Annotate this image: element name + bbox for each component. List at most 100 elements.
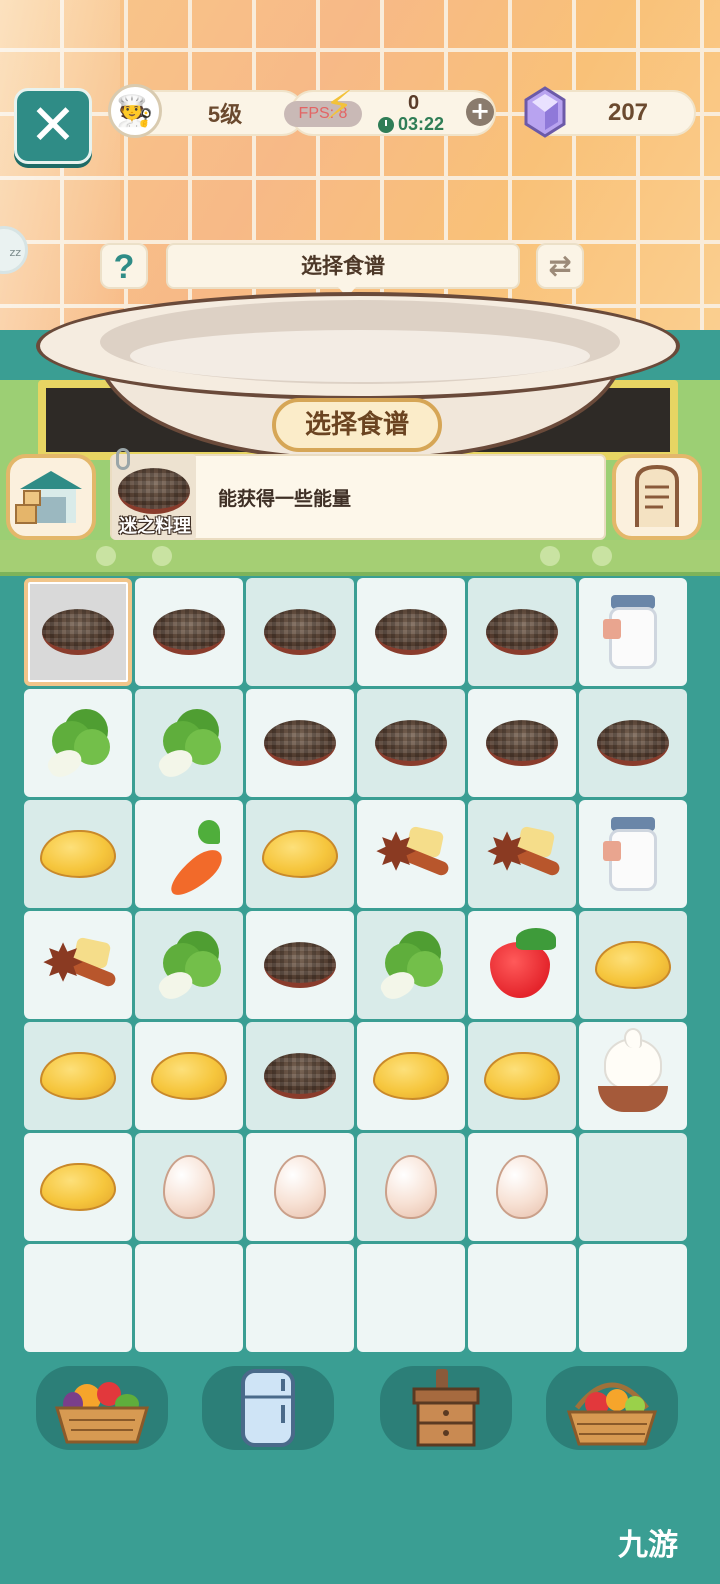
- cabinet-button[interactable]: [380, 1366, 512, 1450]
- board-cell[interactable]: [135, 800, 243, 908]
- whipped-cream-icon[interactable]: [598, 1028, 668, 1116]
- level-text: 5级: [207, 102, 243, 127]
- board-cell[interactable]: [579, 689, 687, 797]
- warehouse-button[interactable]: [6, 454, 96, 540]
- swap-icon[interactable]: ⇄: [536, 243, 584, 289]
- board-cell[interactable]: [24, 689, 132, 797]
- board-cell[interactable]: [468, 1133, 576, 1241]
- board-cell[interactable]: ✸: [468, 800, 576, 908]
- carrot-icon[interactable]: [154, 818, 229, 903]
- board-cell[interactable]: [246, 689, 354, 797]
- milk-jar-icon[interactable]: [603, 817, 657, 891]
- star-anise-cinnamon-icon[interactable]: ✸: [372, 819, 451, 889]
- board-cell[interactable]: ✸: [357, 800, 465, 908]
- dish-description: 能获得一些能量: [218, 488, 352, 510]
- star-anise-cinnamon-icon[interactable]: ✸: [39, 930, 118, 1000]
- mystery-dish-icon[interactable]: [597, 720, 669, 766]
- mystery-dish-icon[interactable]: [375, 609, 447, 655]
- menu-board-icon: [635, 465, 679, 527]
- board-cell[interactable]: [135, 578, 243, 686]
- board-cell[interactable]: [246, 578, 354, 686]
- mystery-dish-icon[interactable]: [42, 609, 114, 655]
- star-anise-cinnamon-icon[interactable]: ✸: [483, 819, 562, 889]
- board-cell[interactable]: [579, 800, 687, 908]
- board-cell[interactable]: [135, 911, 243, 1019]
- close-button[interactable]: ✕: [14, 88, 92, 164]
- potato-icon[interactable]: [40, 1163, 116, 1211]
- board-cell[interactable]: [357, 1133, 465, 1241]
- egg-icon[interactable]: [163, 1155, 215, 1219]
- board-cell[interactable]: [24, 1133, 132, 1241]
- board-cell[interactable]: [357, 911, 465, 1019]
- strip-dot: [540, 546, 560, 566]
- gem-icon[interactable]: [522, 86, 568, 138]
- potato-icon[interactable]: [40, 1052, 116, 1100]
- board-cell[interactable]: [468, 689, 576, 797]
- board-cell[interactable]: [24, 578, 132, 686]
- board-cell[interactable]: [135, 1022, 243, 1130]
- cabbage-icon[interactable]: [155, 929, 223, 1004]
- fridge-button[interactable]: [202, 1366, 334, 1450]
- mystery-dish-icon[interactable]: [375, 720, 447, 766]
- board-cell[interactable]: [579, 1022, 687, 1130]
- mystery-dish-icon[interactable]: [486, 720, 558, 766]
- strawberry-icon[interactable]: [488, 928, 556, 1002]
- chef-hat-icon[interactable]: 🧑‍🍳: [108, 84, 162, 138]
- board-cell[interactable]: [579, 1133, 687, 1241]
- board-cell[interactable]: [135, 1133, 243, 1241]
- menu-board-button[interactable]: [612, 454, 702, 540]
- board-cell[interactable]: [135, 1244, 243, 1352]
- mystery-dish-icon[interactable]: [153, 609, 225, 655]
- select-recipe-button[interactable]: 选择食谱: [272, 398, 442, 452]
- mystery-dish-icon[interactable]: [264, 720, 336, 766]
- board-cell[interactable]: [579, 911, 687, 1019]
- help-button[interactable]: ?: [100, 243, 148, 289]
- board-cell[interactable]: [246, 1133, 354, 1241]
- board-cell[interactable]: [24, 1022, 132, 1130]
- mystery-dish-icon[interactable]: [264, 609, 336, 655]
- watermark: 九游: [618, 1529, 678, 1562]
- potato-icon[interactable]: [262, 830, 338, 878]
- board-cell[interactable]: [246, 1022, 354, 1130]
- board-cell[interactable]: ✸: [24, 911, 132, 1019]
- vegetable-basket-button[interactable]: [36, 1366, 168, 1450]
- milk-jar-icon[interactable]: [603, 595, 657, 669]
- board-cell[interactable]: [24, 1244, 132, 1352]
- mystery-dish-icon[interactable]: [486, 609, 558, 655]
- board-cell[interactable]: [246, 1244, 354, 1352]
- strip-dot: [152, 546, 172, 566]
- cabbage-icon[interactable]: [377, 929, 445, 1004]
- board-cell[interactable]: [357, 1244, 465, 1352]
- strip-dot: [96, 546, 116, 566]
- cabbage-icon[interactable]: [155, 707, 223, 782]
- egg-icon[interactable]: [274, 1155, 326, 1219]
- mystery-dish-icon[interactable]: [264, 942, 336, 988]
- egg-icon[interactable]: [385, 1155, 437, 1219]
- board-cell[interactable]: [246, 911, 354, 1019]
- potato-icon[interactable]: [484, 1052, 560, 1100]
- board-cell[interactable]: [357, 1022, 465, 1130]
- board-cell[interactable]: [246, 800, 354, 908]
- potato-icon[interactable]: [40, 830, 116, 878]
- board-cell[interactable]: [579, 1244, 687, 1352]
- board-cell[interactable]: [579, 578, 687, 686]
- board-cell[interactable]: [468, 911, 576, 1019]
- window-glare: [0, 0, 120, 360]
- board-cell[interactable]: [24, 800, 132, 908]
- cabbage-icon[interactable]: [44, 707, 112, 782]
- strip-dot: [592, 546, 612, 566]
- board-cell[interactable]: [468, 1022, 576, 1130]
- fruit-basket-button[interactable]: [546, 1366, 678, 1450]
- potato-icon[interactable]: [595, 941, 671, 989]
- add-energy-button[interactable]: +: [466, 98, 494, 126]
- potato-icon[interactable]: [151, 1052, 227, 1100]
- energy-timer: 03:22: [378, 114, 444, 135]
- mystery-dish-icon[interactable]: [264, 1053, 336, 1099]
- potato-icon[interactable]: [373, 1052, 449, 1100]
- board-cell[interactable]: [135, 689, 243, 797]
- board-cell[interactable]: [468, 1244, 576, 1352]
- board-cell[interactable]: [357, 578, 465, 686]
- egg-icon[interactable]: [496, 1155, 548, 1219]
- board-cell[interactable]: [357, 689, 465, 797]
- board-cell[interactable]: [468, 578, 576, 686]
